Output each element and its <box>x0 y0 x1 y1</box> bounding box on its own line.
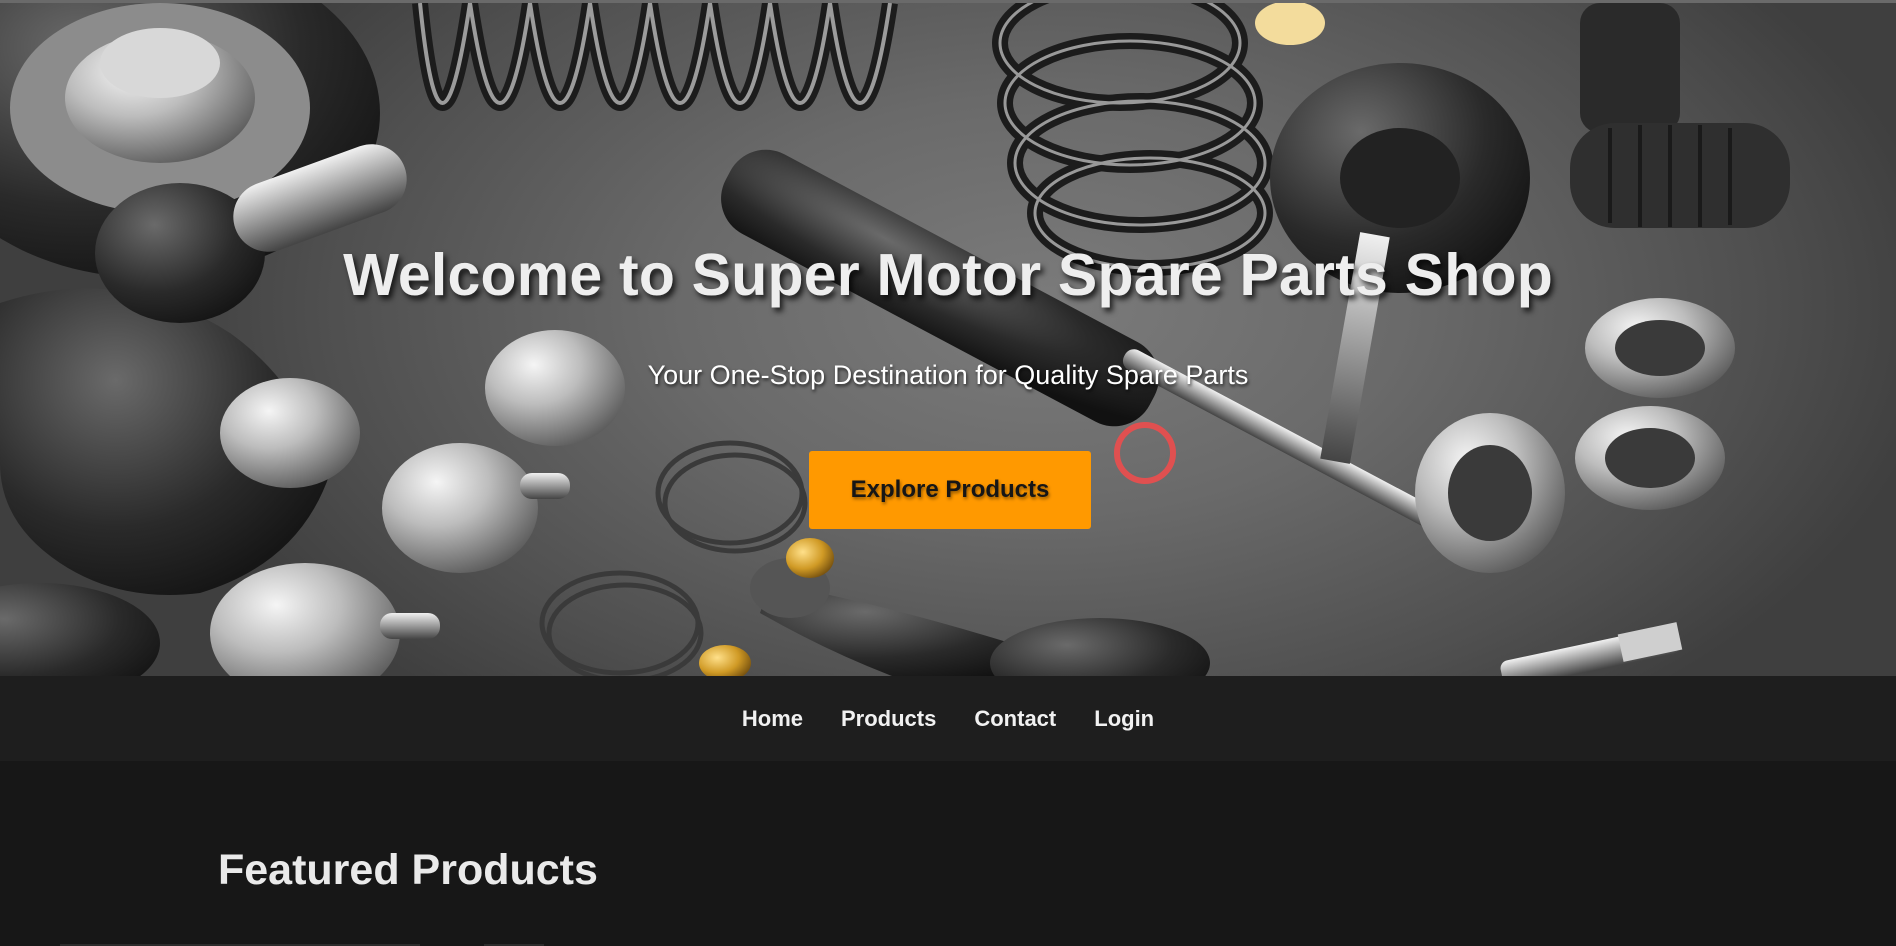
hero-banner: Welcome to Super Motor Spare Parts Shop … <box>0 0 1896 676</box>
nav-products-link[interactable]: Products <box>841 676 936 761</box>
page: Welcome to Super Motor Spare Parts Shop … <box>0 0 1896 946</box>
explore-products-button[interactable]: Explore Products <box>809 451 1091 529</box>
hero-subtitle: Your One-Stop Destination for Quality Sp… <box>647 360 1249 390</box>
nav-login-link[interactable]: Login <box>1094 676 1154 761</box>
hero-background-image <box>0 3 1790 676</box>
main-nav: Home Products Contact Login <box>0 676 1896 761</box>
nav-contact-link[interactable]: Contact <box>974 676 1056 761</box>
nav-home-link[interactable]: Home <box>742 676 803 761</box>
featured-products-title: Featured Products <box>218 846 598 894</box>
hero-title: Welcome to Super Motor Spare Parts Shop <box>343 242 1553 308</box>
featured-products-section: Featured Products <box>0 761 1896 946</box>
